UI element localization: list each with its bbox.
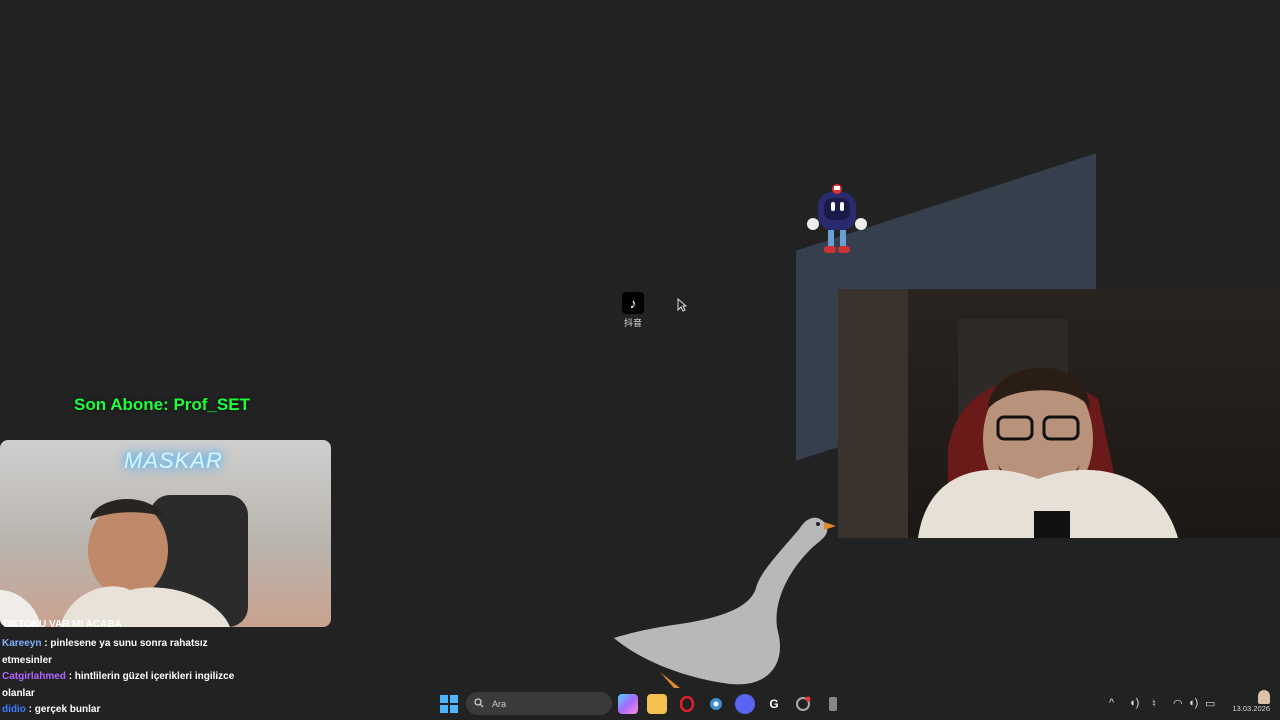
mouse-cursor-icon — [677, 297, 688, 317]
app-g-icon[interactable]: G — [764, 694, 784, 714]
settings-app-icon[interactable] — [706, 694, 726, 714]
notification-avatar[interactable] — [1258, 690, 1270, 704]
taskbar — [0, 688, 1280, 720]
chat-message: Kareeyn : pinlesene ya sunu sonra rahats… — [2, 636, 242, 669]
desktop-robot-character[interactable] — [804, 182, 870, 263]
douyin-icon: ♪ — [622, 292, 644, 314]
device-icon[interactable] — [823, 694, 843, 714]
chat-message-fragment: TIKTOKU VAR MI ACABA — [2, 620, 122, 630]
microphone-icon[interactable]: ♮ — [1152, 697, 1156, 710]
windows-start-icon[interactable] — [440, 695, 458, 713]
taskbar-search-input[interactable]: Ara — [466, 692, 612, 715]
opera-icon[interactable] — [677, 694, 697, 714]
chat-username: Kareeyn — [2, 638, 42, 649]
search-icon — [474, 697, 484, 710]
webcam-left: MASKAR — [0, 440, 331, 627]
chat-username: Catgirlahmed — [2, 671, 66, 682]
last-subscriber-label: Son Abone: Prof_SET — [74, 395, 250, 414]
search-placeholder: Ara — [492, 698, 507, 709]
discord-icon[interactable] — [735, 694, 755, 714]
copilot-icon[interactable] — [618, 694, 638, 714]
speaker-icon[interactable]: ◖) — [1129, 697, 1139, 709]
browser-icon[interactable] — [793, 694, 813, 714]
battery-icon[interactable]: ▭ — [1205, 697, 1215, 710]
webcam-right-person — [838, 289, 1178, 538]
clock-date: 13.03.2026 — [1232, 704, 1270, 713]
volume-icon[interactable]: ◖) — [1188, 697, 1198, 709]
file-explorer-icon[interactable] — [647, 694, 667, 714]
webcam-left-person — [0, 495, 248, 627]
webcam-right — [838, 289, 1280, 538]
desktop-shortcut[interactable]: ♪ 抖音 — [616, 292, 650, 329]
chevron-up-icon[interactable]: ^ — [1109, 697, 1114, 709]
wifi-icon[interactable]: ◠ — [1173, 697, 1183, 710]
desktop-shortcut-label: 抖音 — [623, 318, 642, 328]
desktop-goose[interactable] — [610, 512, 840, 693]
